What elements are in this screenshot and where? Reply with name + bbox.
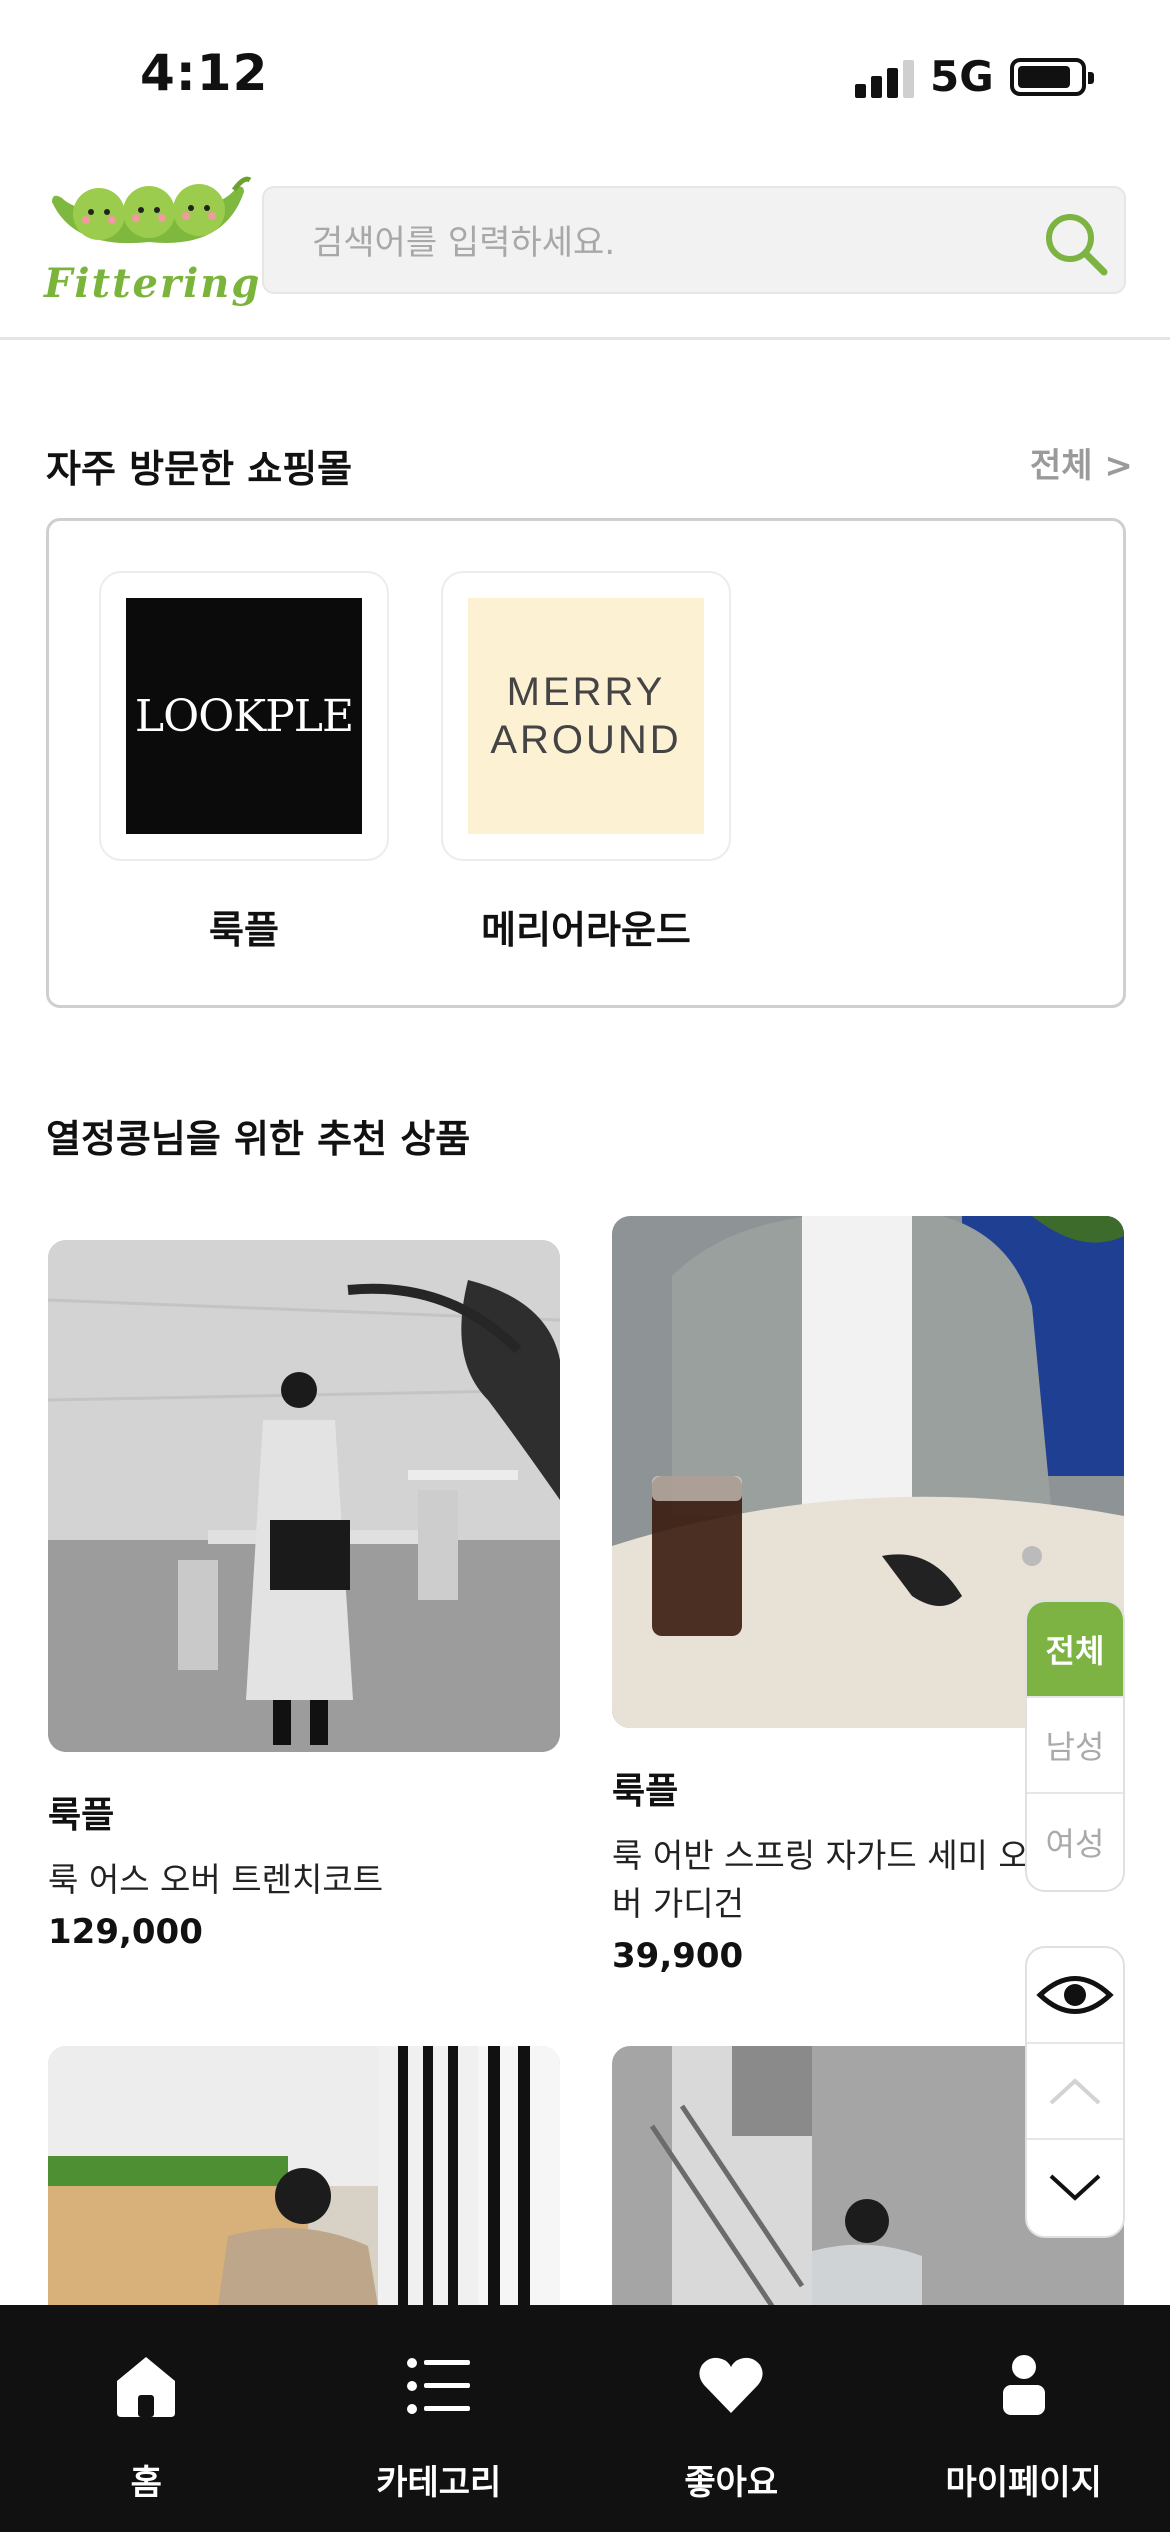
network-label: 5G (930, 52, 994, 101)
app-logo[interactable]: Fittering (44, 172, 262, 312)
product-card[interactable]: 룩플 룩 어스 오버 트렌치코트 129,000 (48, 1240, 560, 1952)
filter-male[interactable]: 남성 (1027, 1698, 1123, 1794)
nav-home[interactable]: 홈 (0, 2305, 293, 2532)
nav-category-label: 카테고리 (376, 2463, 502, 2503)
merry-around-logo: MERRY AROUND (468, 598, 704, 834)
side-tools (1025, 1946, 1125, 2238)
lookple-logo-text: LOOKPLE (134, 690, 354, 742)
filter-all[interactable]: 전체 (1027, 1602, 1123, 1698)
product-image-trench-coat[interactable] (48, 1240, 560, 1752)
mall-name: 메리어라운드 (481, 908, 691, 952)
recommend-title: 열정콩님을 위한 추천 상품 (46, 1117, 471, 1161)
list-icon (406, 2358, 470, 2414)
eye-icon (1036, 1976, 1114, 2014)
frequent-malls-card: LOOKPLE 룩플 MERRY AROUND 메리어라운드 (46, 518, 1126, 1008)
nav-mypage[interactable]: 마이페이지 (878, 2305, 1170, 2532)
mall-thumbnail[interactable]: LOOKPLE (99, 571, 389, 861)
mall-item-merry-around[interactable]: MERRY AROUND 메리어라운드 (441, 571, 731, 954)
status-time: 4:12 (140, 44, 269, 102)
chevron-down-icon (1049, 2174, 1101, 2201)
search-bar[interactable] (262, 186, 1126, 294)
frequent-malls-title: 자주 방문한 쇼핑몰 (46, 447, 353, 491)
lookple-logo: LOOKPLE (126, 598, 362, 834)
see-all-link[interactable]: 전체 > (1030, 438, 1133, 487)
mall-item-lookple[interactable]: LOOKPLE 룩플 (99, 571, 389, 954)
app-header: Fittering (0, 150, 1170, 340)
merry-around-logo-text: MERRY AROUND (490, 670, 682, 762)
person-icon (1002, 2355, 1045, 2415)
bottom-nav: 홈 카테고리 좋아요 마이페이지 (0, 2305, 1170, 2532)
chevron-up-icon (1049, 2078, 1101, 2105)
trench-coat-photo (48, 1240, 560, 1752)
mall-name: 룩플 (209, 908, 279, 952)
logo-text: Fittering (44, 260, 262, 307)
product-price: 129,000 (48, 1912, 203, 1952)
status-bar: 4:12 5G (0, 0, 1170, 150)
product-name: 룩 어반 스프링 자가드 세미 오버 가디건 (612, 1836, 1029, 1923)
nav-likes[interactable]: 좋아요 (585, 2305, 878, 2532)
home-icon (117, 2357, 176, 2417)
signal-icon (855, 58, 915, 98)
peapod-logo-icon (52, 176, 252, 244)
gender-filter: 전체 남성 여성 (1025, 1600, 1125, 1892)
product-name: 룩 어스 오버 트렌치코트 (48, 1860, 384, 1899)
nav-category[interactable]: 카테고리 (293, 2305, 586, 2532)
scroll-down-button[interactable] (1027, 2140, 1123, 2236)
mall-thumbnail[interactable]: MERRY AROUND (441, 571, 731, 861)
battery-icon (1010, 58, 1094, 96)
nav-likes-label: 좋아요 (684, 2463, 779, 2503)
nav-home-label: 홈 (130, 2463, 162, 2503)
nav-mypage-label: 마이페이지 (945, 2463, 1102, 2503)
scroll-up-button[interactable] (1027, 2044, 1123, 2140)
filter-female[interactable]: 여성 (1027, 1794, 1123, 1890)
search-input[interactable] (312, 218, 1012, 268)
view-toggle-button[interactable] (1027, 1948, 1123, 2044)
search-icon[interactable] (1040, 208, 1112, 280)
heart-icon (699, 2357, 763, 2413)
product-brand: 룩플 (48, 1795, 115, 1836)
